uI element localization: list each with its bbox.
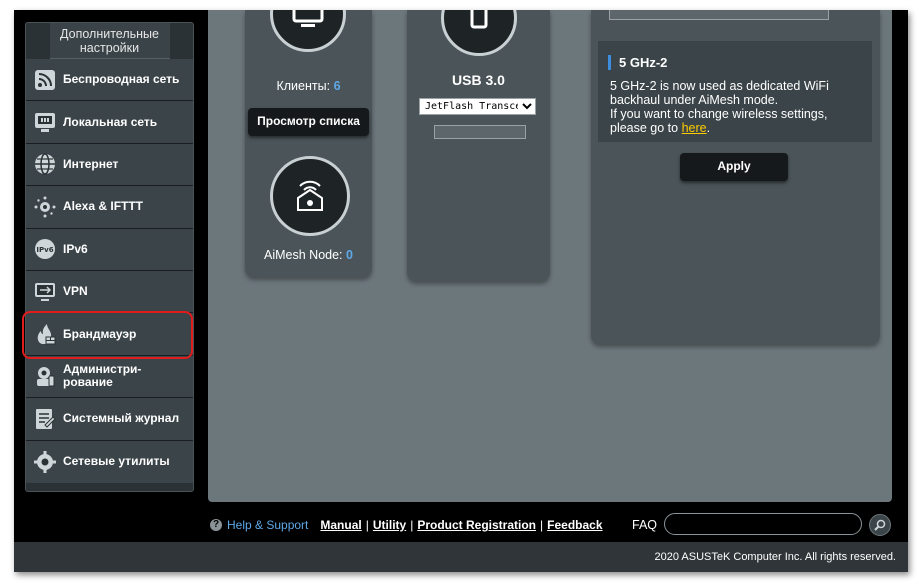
alexa-icon <box>33 195 57 219</box>
sidebar-item-label: Беспроводная сеть <box>63 72 180 87</box>
aimesh-node-icon <box>297 180 323 211</box>
band-title: 5 GHz-2 <box>608 55 667 70</box>
separator: | <box>365 518 369 532</box>
sidebar-header: Дополнительные настройки <box>49 23 170 59</box>
usb-storage-bar <box>434 125 526 139</box>
separator: | <box>540 518 544 532</box>
utility-link[interactable]: Utility <box>373 518 406 532</box>
aimesh-count-text: AiMesh Node: 0 <box>245 248 372 262</box>
manual-link[interactable]: Manual <box>320 518 361 532</box>
sidebar-item-label: Брандмауэр <box>63 326 137 341</box>
info-line-3: If you want to change wireless settings, <box>610 107 828 121</box>
separator: | <box>410 518 414 532</box>
svg-text:IPv6: IPv6 <box>36 246 53 254</box>
tools-icon <box>33 450 57 474</box>
sidebar-item-label: Alexa & IFTTT <box>63 199 144 214</box>
sidebar-item-label: VPN <box>63 284 88 299</box>
sidebar-item-firewall[interactable]: Брандмауэр <box>26 313 193 356</box>
log-icon <box>33 407 57 431</box>
sidebar-item-ipv6[interactable]: IPv6 IPv6 <box>26 228 193 271</box>
usb-circle[interactable] <box>441 10 517 56</box>
product-registration-link[interactable]: Product Registration <box>417 518 536 532</box>
globe-icon <box>33 152 57 176</box>
sidebar-item-label: IPv6 <box>63 241 88 256</box>
info-line-1: 5 GHz-2 is now used as dedicated WiFi <box>610 79 829 93</box>
wireless-info-text: 5 GHz-2 is now used as dedicated WiFi ba… <box>610 79 870 135</box>
wireless-field[interactable] <box>609 10 829 20</box>
help-support-link[interactable]: ? Help & Support <box>210 518 308 532</box>
info-line-2: backhaul under AiMesh mode. <box>610 93 779 107</box>
aimesh-count: 0 <box>346 248 353 262</box>
aimesh-label: AiMesh Node: <box>264 248 343 262</box>
sidebar-item-internet[interactable]: Интернет <box>26 143 193 187</box>
here-link[interactable]: here <box>682 121 707 135</box>
sidebar-item-network-tools[interactable]: Сетевые утилиты <box>26 440 193 483</box>
clients-count: 6 <box>333 79 341 93</box>
sidebar-item-vpn[interactable]: VPN <box>26 270 193 314</box>
faq-search-button[interactable] <box>869 514 891 536</box>
clients-label: Клиенты: <box>276 79 331 93</box>
sidebar-item-label: Локальная сеть <box>63 114 158 129</box>
router-admin-window: Дополнительные настройки Беспроводная се… <box>14 10 908 572</box>
clients-count-text: Клиенты: 6 <box>245 79 372 93</box>
apply-button[interactable]: Apply <box>680 153 788 181</box>
clients-circle[interactable] <box>270 10 346 52</box>
usb-title: USB 3.0 <box>452 72 505 88</box>
view-list-button[interactable]: Просмотр списка <box>248 108 369 136</box>
sidebar-item-lan[interactable]: Локальная сеть <box>26 101 193 144</box>
usb-device-select[interactable]: JetFlash Transcend <box>419 98 536 115</box>
admin-icon <box>33 364 57 388</box>
help-label: Help & Support <box>227 518 309 532</box>
sidebar-item-label: Интернет <box>63 156 119 171</box>
usb-card: USB 3.0 JetFlash Transcend <box>407 10 550 281</box>
info-line-4-suffix: . <box>706 121 711 135</box>
clients-card: Клиенты: 6 Просмотр списка AiMesh Node: … <box>245 10 372 277</box>
sidebar-item-system-log[interactable]: Системный журнал <box>26 398 193 441</box>
sidebar-item-label: Сетевые утилиты <box>63 454 170 469</box>
info-line-4-prefix: please go to <box>610 121 682 135</box>
ipv6-icon: IPv6 <box>33 237 57 261</box>
sidebar-item-label: Администри- рование <box>63 362 142 390</box>
wireless-settings-panel: 5 GHz-2 5 GHz-2 is now used as dedicated… <box>591 10 880 344</box>
sidebar-advanced-settings: Дополнительные настройки Беспроводная се… <box>25 22 194 492</box>
usb-icon <box>470 10 488 29</box>
feedback-link[interactable]: Feedback <box>547 518 602 532</box>
wireless-icon <box>33 68 57 92</box>
help-icon: ? <box>210 519 222 531</box>
wireless-info-box: 5 GHz-2 5 GHz-2 is now used as dedicated… <box>598 41 872 142</box>
sidebar-item-label: Системный журнал <box>63 411 180 426</box>
footer-links: ? Help & Support Manual | Utility | Prod… <box>208 513 898 537</box>
lan-icon <box>33 110 57 134</box>
firewall-icon <box>33 322 57 346</box>
info-line-4: please go to here. <box>610 121 870 135</box>
sidebar-item-administration[interactable]: Администри- рование <box>26 355 193 399</box>
faq-search-input[interactable] <box>664 513 862 535</box>
aimesh-node-circle[interactable] <box>270 156 350 236</box>
sidebar-item-alexa-ifttt[interactable]: Alexa & IFTTT <box>26 186 193 229</box>
copyright-bar: 2020 ASUSTeK Computer Inc. All rights re… <box>14 542 908 572</box>
search-icon <box>874 519 886 531</box>
vpn-icon <box>33 280 57 304</box>
monitor-icon <box>292 10 324 27</box>
sidebar-item-wireless[interactable]: Беспроводная сеть <box>26 59 193 102</box>
faq-label: FAQ <box>632 518 658 532</box>
